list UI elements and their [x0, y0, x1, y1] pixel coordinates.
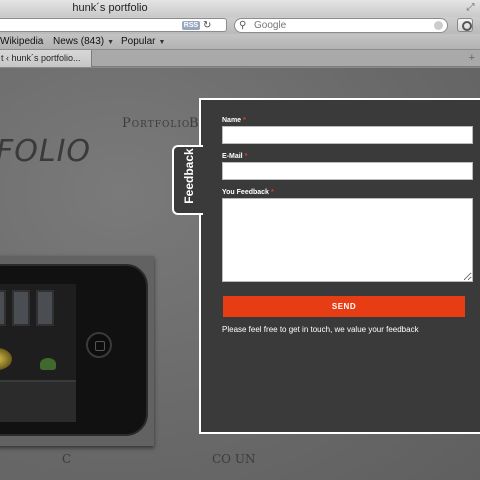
search-box[interactable]: ⚲ — [234, 18, 448, 33]
message-label-text: You Feedback — [222, 189, 269, 196]
nav-portfolio-link[interactable]: Portfolio — [122, 116, 190, 131]
section-heading-right: CO UN — [212, 452, 256, 466]
reload-icon[interactable]: ↻ — [203, 19, 211, 32]
email-label: E-Mail * — [222, 153, 247, 160]
scene-window — [36, 290, 54, 326]
section-heading-left: C — [62, 452, 72, 466]
rss-button[interactable]: RSS — [182, 21, 200, 30]
scene-window — [12, 290, 30, 326]
email-field[interactable] — [222, 162, 473, 180]
name-label-text: Name — [222, 117, 242, 124]
fullscreen-icon[interactable]: ⤢ — [465, 2, 476, 13]
nav-next-link[interactable]: B — [189, 116, 199, 131]
bookmark-wikipedia[interactable]: Wikipedia — [0, 36, 43, 48]
new-tab-icon[interactable]: + — [469, 52, 475, 65]
bookmark-popular-label: Popular — [121, 36, 156, 47]
name-label: Name * — [222, 117, 246, 124]
feedback-tab-label: Feedback — [182, 148, 196, 204]
scene-window — [0, 290, 6, 326]
address-bar[interactable]: RSS ↻ — [0, 18, 227, 32]
bookmark-popular[interactable]: Popular ▼ — [121, 36, 165, 49]
bookmarks-bar: Wikipedia News (843) ▼ Popular ▼ — [0, 34, 480, 50]
feedback-tab[interactable]: Feedback — [172, 145, 203, 215]
phone-screen — [0, 284, 76, 422]
home-button-icon — [86, 332, 112, 358]
bookmark-news-label: News (843) — [53, 36, 105, 47]
required-mark: * — [244, 153, 248, 160]
email-label-text: E-Mail — [222, 153, 243, 160]
feedback-note: Please feel free to get in touch, we val… — [222, 325, 419, 334]
phone-mockup — [0, 264, 148, 436]
tab-portfolio[interactable]: t ‹ hunk´s portfolio... — [0, 50, 92, 67]
window-titlebar: hunk´s portfolio ⤢ — [0, 0, 480, 17]
scene-plant — [40, 358, 56, 370]
search-input[interactable] — [254, 19, 404, 32]
browser-toolbar: RSS ↻ ⚲ — [0, 17, 480, 34]
chevron-down-icon: ▼ — [158, 39, 166, 46]
window-title: hunk´s portfolio — [72, 2, 148, 14]
send-button[interactable]: SEND — [223, 296, 465, 317]
clear-search-icon[interactable] — [434, 21, 443, 30]
settings-icon[interactable] — [457, 18, 473, 32]
scene-counter — [0, 380, 76, 422]
tab-bar: t ‹ hunk´s portfolio... + — [0, 50, 480, 67]
bookmark-news[interactable]: News (843) ▼ — [53, 36, 114, 49]
feedback-panel: Name * E-Mail * You Feedback * SEND Please … — [199, 98, 480, 434]
message-label: You Feedback * — [222, 189, 274, 196]
search-icon[interactable]: ⚲ — [239, 19, 246, 32]
chevron-down-icon: ▼ — [107, 39, 115, 46]
required-mark: * — [243, 117, 246, 124]
message-textarea[interactable] — [222, 198, 473, 282]
name-field[interactable] — [222, 126, 473, 144]
scene-lamp — [0, 348, 12, 370]
site-logo[interactable]: FOLIO — [0, 134, 91, 169]
required-mark: * — [270, 189, 274, 196]
